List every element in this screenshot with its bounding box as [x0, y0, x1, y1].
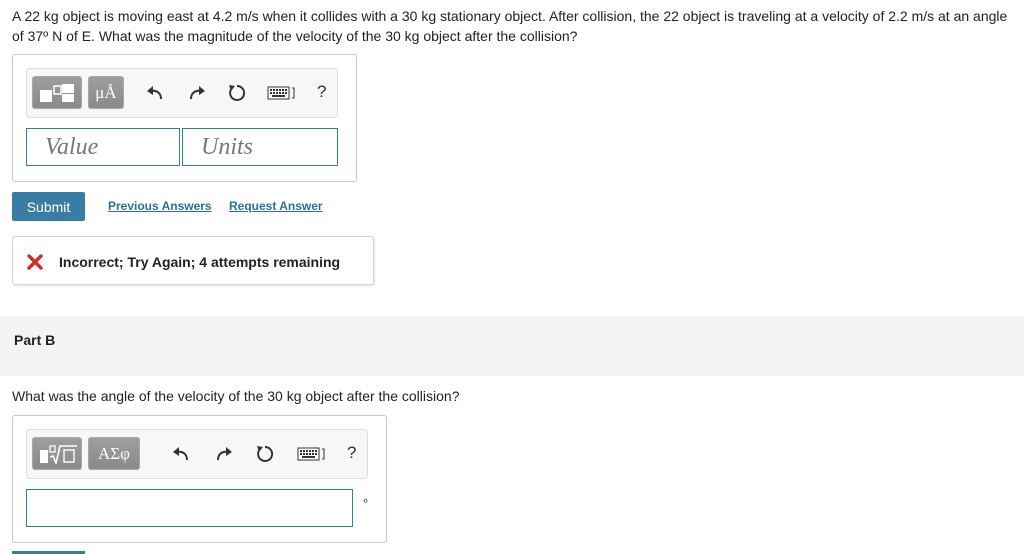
greek-symbols-button[interactable]: ΑΣφ [88, 437, 140, 470]
feedback-text: Incorrect; Try Again; 4 attempts remaini… [59, 254, 341, 270]
templates-button[interactable] [32, 76, 82, 109]
feedback-message: Incorrect; Try Again; 4 attempts remaini… [12, 236, 374, 285]
incorrect-x-icon [27, 254, 43, 270]
units-symbol-button[interactable]: μÅ [88, 76, 124, 109]
units-input[interactable] [182, 128, 338, 166]
radical-template-icon [40, 445, 77, 464]
keyboard-icon[interactable] [297, 447, 325, 461]
part-b-answer-box: ΑΣφ ? ° [12, 415, 387, 543]
keyboard-icon[interactable] [267, 86, 295, 100]
undo-icon[interactable] [145, 82, 167, 104]
previous-answers-link[interactable]: Previous Answers [108, 199, 212, 213]
redo-icon[interactable] [212, 443, 234, 465]
submit-button[interactable]: Submit [12, 192, 85, 221]
part-a-toolbar: μÅ ? [26, 68, 338, 118]
value-input[interactable] [26, 128, 180, 166]
page: A 22 kg object is moving east at 4.2 m/s… [0, 0, 1024, 554]
help-button[interactable]: ? [347, 443, 356, 463]
part-b-header[interactable]: Part B [0, 316, 1024, 376]
undo-icon[interactable] [171, 443, 193, 465]
degree-unit: ° [363, 496, 369, 511]
math-templates-button[interactable] [32, 437, 82, 470]
angle-input[interactable] [26, 489, 353, 527]
part-a-answer-box: μÅ ? [12, 54, 357, 182]
reset-icon[interactable] [226, 82, 248, 104]
request-answer-link[interactable]: Request Answer [229, 199, 323, 213]
part-b-question: What was the angle of the velocity of th… [12, 388, 460, 404]
help-button[interactable]: ? [317, 82, 326, 102]
part-a-question: A 22 kg object is moving east at 4.2 m/s… [12, 8, 1008, 44]
redo-icon[interactable] [185, 82, 207, 104]
part-b-title: Part B [14, 332, 56, 348]
templates-grid-icon [40, 84, 74, 102]
reset-icon[interactable] [254, 443, 276, 465]
part-b-toolbar: ΑΣφ ? [26, 429, 368, 479]
